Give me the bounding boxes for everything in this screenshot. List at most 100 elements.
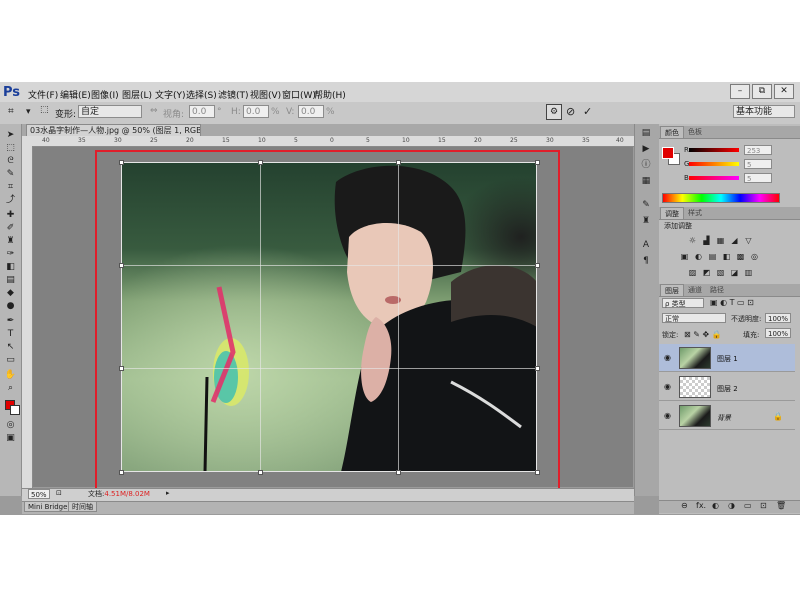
cancel-icon[interactable]: ⊘ xyxy=(566,105,575,118)
status-arrow-icon[interactable]: ▸ xyxy=(166,489,170,497)
adjustment-layer-icon[interactable]: ◑ xyxy=(728,501,735,510)
pen-tool-icon[interactable]: ✒ xyxy=(4,316,17,327)
menu-edit[interactable]: 编辑(E) xyxy=(60,88,91,101)
b-value-field[interactable]: 5 xyxy=(744,173,772,183)
paragraph-icon[interactable]: ¶ xyxy=(640,256,652,266)
actions-icon[interactable]: ▶ xyxy=(640,144,652,154)
restore-button[interactable]: ⧉ xyxy=(752,84,772,99)
trash-icon[interactable]: 🗑 xyxy=(776,501,786,510)
tab-paths[interactable]: 路径 xyxy=(706,284,728,296)
history-brush-tool-icon[interactable]: ✑ xyxy=(4,249,17,260)
menu-view[interactable]: 视图(V) xyxy=(250,88,281,101)
hue-saturation-icon[interactable]: ▣ xyxy=(680,252,689,261)
foreground-color-swatch[interactable] xyxy=(662,147,674,159)
eyedropper-tool-icon[interactable]: ⤴ xyxy=(4,195,17,206)
quick-select-tool-icon[interactable]: ✎ xyxy=(4,169,17,180)
path-select-tool-icon[interactable]: ↖ xyxy=(4,342,17,353)
commit-check-icon[interactable]: ✓ xyxy=(583,105,592,118)
tab-swatches[interactable]: 色板 xyxy=(684,126,706,138)
photo-filter-icon[interactable]: ◧ xyxy=(722,252,731,261)
tab-layers[interactable]: 图层 xyxy=(660,284,684,296)
workspace-select[interactable]: 基本功能 xyxy=(733,105,795,118)
r-value-field[interactable]: 253 xyxy=(744,145,772,155)
menu-select[interactable]: 选择(S) xyxy=(186,88,217,101)
close-button[interactable]: ✕ xyxy=(774,84,794,99)
hand-tool-icon[interactable]: ✋ xyxy=(4,370,17,381)
eye-icon[interactable]: ◉ xyxy=(664,411,671,420)
move-tool-icon[interactable]: ➤ xyxy=(4,130,17,141)
fx-icon[interactable]: fx. xyxy=(696,501,706,510)
status-menu-icon[interactable]: ⊡ xyxy=(56,489,62,497)
lasso-tool-icon[interactable]: ᘓ xyxy=(4,156,17,167)
zoom-field[interactable]: 50% xyxy=(28,489,50,499)
clone-source-icon[interactable]: ♜ xyxy=(640,216,652,226)
menu-window[interactable]: 窗口(W) xyxy=(282,88,316,101)
color-lookup-icon[interactable]: ◎ xyxy=(750,252,759,261)
healing-tool-icon[interactable]: ✚ xyxy=(4,210,17,221)
type-tool-icon[interactable]: T xyxy=(4,329,17,340)
gradient-map-icon[interactable]: ◪ xyxy=(730,268,739,277)
channel-mixer-icon[interactable]: ▩ xyxy=(736,252,745,261)
threshold-icon[interactable]: ▧ xyxy=(716,268,725,277)
fill-field[interactable]: 100% xyxy=(765,328,791,338)
v-field[interactable]: 0.0 xyxy=(243,105,269,118)
marquee-tool-icon[interactable]: ⬚ xyxy=(4,143,17,154)
preset-select[interactable]: 自定 xyxy=(78,105,142,118)
color-spectrum[interactable] xyxy=(662,193,780,203)
tab-styles[interactable]: 样式 xyxy=(684,207,706,219)
g-value-field[interactable]: 5 xyxy=(744,159,772,169)
crop-tool-icon[interactable]: ⌗ xyxy=(4,182,17,193)
r-slider[interactable] xyxy=(689,148,739,152)
zoom-tool-icon[interactable]: ⌕ xyxy=(4,383,17,394)
document-tab[interactable]: 03水晶字制作—人物.jpg @ 50% (图层 1, RGB/8#) * xyxy=(26,124,201,136)
posterize-icon[interactable]: ◩ xyxy=(702,268,711,277)
shape-tool-icon[interactable]: ▭ xyxy=(4,355,17,366)
tab-channels[interactable]: 通道 xyxy=(684,284,706,296)
dodge-tool-icon[interactable]: ● xyxy=(4,301,17,312)
new-layer-icon[interactable]: ⊡ xyxy=(760,501,767,510)
lock-icons[interactable]: ⊠ ✎ ✥ 🔒 xyxy=(684,330,722,339)
info-icon[interactable]: ⓘ xyxy=(640,160,652,170)
stamp-tool-icon[interactable]: ♜ xyxy=(4,236,17,247)
menu-image[interactable]: 图像(I) xyxy=(91,88,119,101)
eraser-tool-icon[interactable]: ◧ xyxy=(4,262,17,273)
eye-icon[interactable]: ◉ xyxy=(664,353,671,362)
tab-mini-bridge[interactable]: Mini Bridge xyxy=(24,501,72,512)
gear-icon[interactable]: ⚙ xyxy=(546,104,562,120)
menu-file[interactable]: 文件(F) xyxy=(28,88,58,101)
invert-icon[interactable]: ▨ xyxy=(688,268,697,277)
menu-help[interactable]: 帮助(H) xyxy=(314,88,346,101)
screen-mode-icon[interactable]: ▣ xyxy=(4,433,17,444)
brightness-icon[interactable]: ☼ xyxy=(688,236,697,245)
blend-mode-select[interactable]: 正常 xyxy=(662,313,726,323)
color-balance-icon[interactable]: ◐ xyxy=(694,252,703,261)
vibrance-icon[interactable]: ▽ xyxy=(744,236,753,245)
vh-field[interactable]: 0.0 xyxy=(298,105,324,118)
tab-timeline[interactable]: 时间轴 xyxy=(68,501,97,512)
dropdown-arrow-icon[interactable]: ▾ xyxy=(26,107,31,117)
b-slider[interactable] xyxy=(689,176,739,180)
link-layers-icon[interactable]: ⊖ xyxy=(681,501,688,510)
menu-layer[interactable]: 图层(L) xyxy=(122,88,152,101)
tab-adjustments[interactable]: 调整 xyxy=(660,207,684,219)
selective-color-icon[interactable]: ▥ xyxy=(744,268,753,277)
curves-icon[interactable]: ▦ xyxy=(716,236,725,245)
g-slider[interactable] xyxy=(689,162,739,166)
gradient-tool-icon[interactable]: ▤ xyxy=(4,275,17,286)
layer-filter-select[interactable]: ρ 类型 xyxy=(662,298,704,308)
crop-tool-icon[interactable]: ⌗ xyxy=(8,106,22,118)
brush-presets-icon[interactable]: ✎ xyxy=(640,200,652,210)
eye-icon[interactable]: ◉ xyxy=(664,382,671,391)
blur-tool-icon[interactable]: ◆ xyxy=(4,288,17,299)
minimize-button[interactable]: – xyxy=(730,84,750,99)
h-field[interactable]: 0.0 xyxy=(189,105,215,118)
group-icon[interactable]: ▭ xyxy=(744,501,752,510)
background-color-swatch[interactable] xyxy=(10,405,20,415)
filter-icons[interactable]: ▣ ◐ T ▭ ⊡ xyxy=(710,298,754,307)
quick-mask-icon[interactable]: ◎ xyxy=(4,420,17,431)
menu-filter[interactable]: 滤镜(T) xyxy=(218,88,249,101)
properties-icon[interactable]: ▦ xyxy=(640,176,652,186)
exposure-icon[interactable]: ◢ xyxy=(730,236,739,245)
history-icon[interactable]: ▤ xyxy=(640,128,652,138)
add-mask-icon[interactable]: ◐ xyxy=(712,501,719,510)
